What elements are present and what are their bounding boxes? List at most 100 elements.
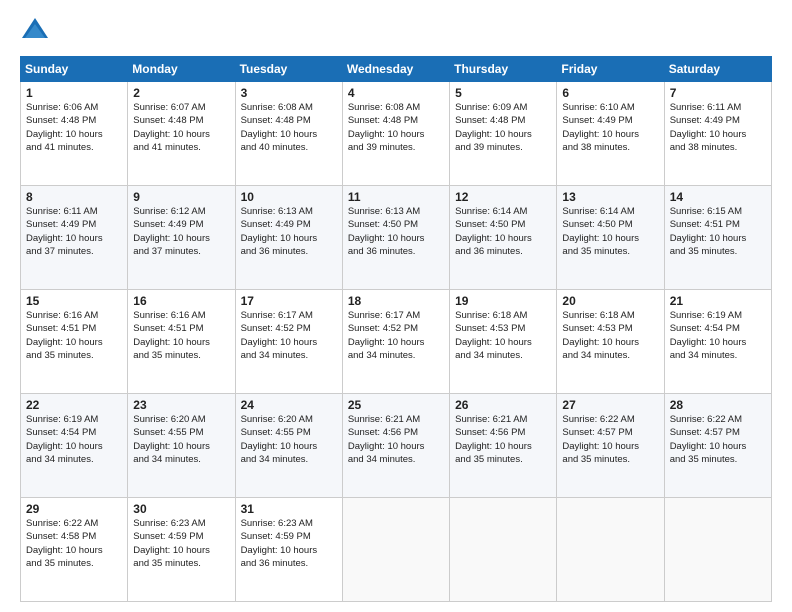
day-number: 7 — [670, 86, 766, 100]
day-number: 24 — [241, 398, 337, 412]
calendar-cell: 20 Sunrise: 6:18 AMSunset: 4:53 PMDaylig… — [557, 290, 664, 394]
day-number: 21 — [670, 294, 766, 308]
cell-content: Sunrise: 6:14 AMSunset: 4:50 PMDaylight:… — [455, 206, 532, 257]
cell-content: Sunrise: 6:07 AMSunset: 4:48 PMDaylight:… — [133, 102, 210, 153]
col-header-monday: Monday — [128, 57, 235, 82]
calendar-cell: 4 Sunrise: 6:08 AMSunset: 4:48 PMDayligh… — [342, 82, 449, 186]
cell-content: Sunrise: 6:15 AMSunset: 4:51 PMDaylight:… — [670, 206, 747, 257]
day-number: 30 — [133, 502, 229, 516]
day-number: 5 — [455, 86, 551, 100]
calendar-cell — [664, 498, 771, 602]
cell-content: Sunrise: 6:19 AMSunset: 4:54 PMDaylight:… — [670, 310, 747, 361]
day-number: 29 — [26, 502, 122, 516]
cell-content: Sunrise: 6:20 AMSunset: 4:55 PMDaylight:… — [241, 414, 318, 465]
day-number: 17 — [241, 294, 337, 308]
calendar-cell — [450, 498, 557, 602]
day-number: 10 — [241, 190, 337, 204]
day-number: 15 — [26, 294, 122, 308]
header — [20, 16, 772, 46]
col-header-tuesday: Tuesday — [235, 57, 342, 82]
cell-content: Sunrise: 6:09 AMSunset: 4:48 PMDaylight:… — [455, 102, 532, 153]
calendar-cell: 10 Sunrise: 6:13 AMSunset: 4:49 PMDaylig… — [235, 186, 342, 290]
cell-content: Sunrise: 6:18 AMSunset: 4:53 PMDaylight:… — [455, 310, 532, 361]
cell-content: Sunrise: 6:13 AMSunset: 4:49 PMDaylight:… — [241, 206, 318, 257]
cell-content: Sunrise: 6:08 AMSunset: 4:48 PMDaylight:… — [241, 102, 318, 153]
calendar-cell: 11 Sunrise: 6:13 AMSunset: 4:50 PMDaylig… — [342, 186, 449, 290]
calendar-cell: 16 Sunrise: 6:16 AMSunset: 4:51 PMDaylig… — [128, 290, 235, 394]
day-number: 20 — [562, 294, 658, 308]
cell-content: Sunrise: 6:08 AMSunset: 4:48 PMDaylight:… — [348, 102, 425, 153]
cell-content: Sunrise: 6:11 AMSunset: 4:49 PMDaylight:… — [26, 206, 103, 257]
cell-content: Sunrise: 6:17 AMSunset: 4:52 PMDaylight:… — [348, 310, 425, 361]
week-row-1: 1 Sunrise: 6:06 AMSunset: 4:48 PMDayligh… — [21, 82, 772, 186]
cell-content: Sunrise: 6:20 AMSunset: 4:55 PMDaylight:… — [133, 414, 210, 465]
calendar-cell — [342, 498, 449, 602]
cell-content: Sunrise: 6:16 AMSunset: 4:51 PMDaylight:… — [26, 310, 103, 361]
cell-content: Sunrise: 6:14 AMSunset: 4:50 PMDaylight:… — [562, 206, 639, 257]
col-header-friday: Friday — [557, 57, 664, 82]
cell-content: Sunrise: 6:06 AMSunset: 4:48 PMDaylight:… — [26, 102, 103, 153]
calendar-cell: 22 Sunrise: 6:19 AMSunset: 4:54 PMDaylig… — [21, 394, 128, 498]
calendar-cell: 6 Sunrise: 6:10 AMSunset: 4:49 PMDayligh… — [557, 82, 664, 186]
week-row-5: 29 Sunrise: 6:22 AMSunset: 4:58 PMDaylig… — [21, 498, 772, 602]
week-row-4: 22 Sunrise: 6:19 AMSunset: 4:54 PMDaylig… — [21, 394, 772, 498]
calendar-cell: 25 Sunrise: 6:21 AMSunset: 4:56 PMDaylig… — [342, 394, 449, 498]
calendar-cell: 2 Sunrise: 6:07 AMSunset: 4:48 PMDayligh… — [128, 82, 235, 186]
calendar-cell — [557, 498, 664, 602]
day-number: 26 — [455, 398, 551, 412]
day-number: 4 — [348, 86, 444, 100]
col-header-thursday: Thursday — [450, 57, 557, 82]
cell-content: Sunrise: 6:22 AMSunset: 4:58 PMDaylight:… — [26, 518, 103, 569]
calendar-cell: 31 Sunrise: 6:23 AMSunset: 4:59 PMDaylig… — [235, 498, 342, 602]
cell-content: Sunrise: 6:23 AMSunset: 4:59 PMDaylight:… — [133, 518, 210, 569]
day-number: 2 — [133, 86, 229, 100]
cell-content: Sunrise: 6:10 AMSunset: 4:49 PMDaylight:… — [562, 102, 639, 153]
day-number: 14 — [670, 190, 766, 204]
day-number: 31 — [241, 502, 337, 516]
day-number: 13 — [562, 190, 658, 204]
page: SundayMondayTuesdayWednesdayThursdayFrid… — [0, 0, 792, 612]
calendar-cell: 15 Sunrise: 6:16 AMSunset: 4:51 PMDaylig… — [21, 290, 128, 394]
calendar-cell: 28 Sunrise: 6:22 AMSunset: 4:57 PMDaylig… — [664, 394, 771, 498]
day-number: 22 — [26, 398, 122, 412]
calendar-cell: 30 Sunrise: 6:23 AMSunset: 4:59 PMDaylig… — [128, 498, 235, 602]
day-number: 9 — [133, 190, 229, 204]
day-number: 8 — [26, 190, 122, 204]
cell-content: Sunrise: 6:13 AMSunset: 4:50 PMDaylight:… — [348, 206, 425, 257]
calendar-cell: 17 Sunrise: 6:17 AMSunset: 4:52 PMDaylig… — [235, 290, 342, 394]
cell-content: Sunrise: 6:11 AMSunset: 4:49 PMDaylight:… — [670, 102, 747, 153]
week-row-2: 8 Sunrise: 6:11 AMSunset: 4:49 PMDayligh… — [21, 186, 772, 290]
cell-content: Sunrise: 6:22 AMSunset: 4:57 PMDaylight:… — [670, 414, 747, 465]
week-row-3: 15 Sunrise: 6:16 AMSunset: 4:51 PMDaylig… — [21, 290, 772, 394]
calendar-cell: 9 Sunrise: 6:12 AMSunset: 4:49 PMDayligh… — [128, 186, 235, 290]
day-number: 11 — [348, 190, 444, 204]
calendar-cell: 3 Sunrise: 6:08 AMSunset: 4:48 PMDayligh… — [235, 82, 342, 186]
day-number: 12 — [455, 190, 551, 204]
cell-content: Sunrise: 6:16 AMSunset: 4:51 PMDaylight:… — [133, 310, 210, 361]
calendar-cell: 27 Sunrise: 6:22 AMSunset: 4:57 PMDaylig… — [557, 394, 664, 498]
cell-content: Sunrise: 6:23 AMSunset: 4:59 PMDaylight:… — [241, 518, 318, 569]
col-header-saturday: Saturday — [664, 57, 771, 82]
calendar-cell: 1 Sunrise: 6:06 AMSunset: 4:48 PMDayligh… — [21, 82, 128, 186]
day-number: 25 — [348, 398, 444, 412]
calendar-cell: 19 Sunrise: 6:18 AMSunset: 4:53 PMDaylig… — [450, 290, 557, 394]
logo — [20, 16, 54, 46]
header-row: SundayMondayTuesdayWednesdayThursdayFrid… — [21, 57, 772, 82]
calendar-cell: 29 Sunrise: 6:22 AMSunset: 4:58 PMDaylig… — [21, 498, 128, 602]
day-number: 19 — [455, 294, 551, 308]
calendar-cell: 18 Sunrise: 6:17 AMSunset: 4:52 PMDaylig… — [342, 290, 449, 394]
logo-icon — [20, 16, 50, 46]
day-number: 16 — [133, 294, 229, 308]
calendar-cell: 24 Sunrise: 6:20 AMSunset: 4:55 PMDaylig… — [235, 394, 342, 498]
day-number: 27 — [562, 398, 658, 412]
calendar-table: SundayMondayTuesdayWednesdayThursdayFrid… — [20, 56, 772, 602]
calendar-cell: 13 Sunrise: 6:14 AMSunset: 4:50 PMDaylig… — [557, 186, 664, 290]
day-number: 23 — [133, 398, 229, 412]
calendar-cell: 23 Sunrise: 6:20 AMSunset: 4:55 PMDaylig… — [128, 394, 235, 498]
col-header-sunday: Sunday — [21, 57, 128, 82]
calendar-cell: 21 Sunrise: 6:19 AMSunset: 4:54 PMDaylig… — [664, 290, 771, 394]
day-number: 18 — [348, 294, 444, 308]
calendar-cell: 26 Sunrise: 6:21 AMSunset: 4:56 PMDaylig… — [450, 394, 557, 498]
cell-content: Sunrise: 6:18 AMSunset: 4:53 PMDaylight:… — [562, 310, 639, 361]
calendar-cell: 7 Sunrise: 6:11 AMSunset: 4:49 PMDayligh… — [664, 82, 771, 186]
